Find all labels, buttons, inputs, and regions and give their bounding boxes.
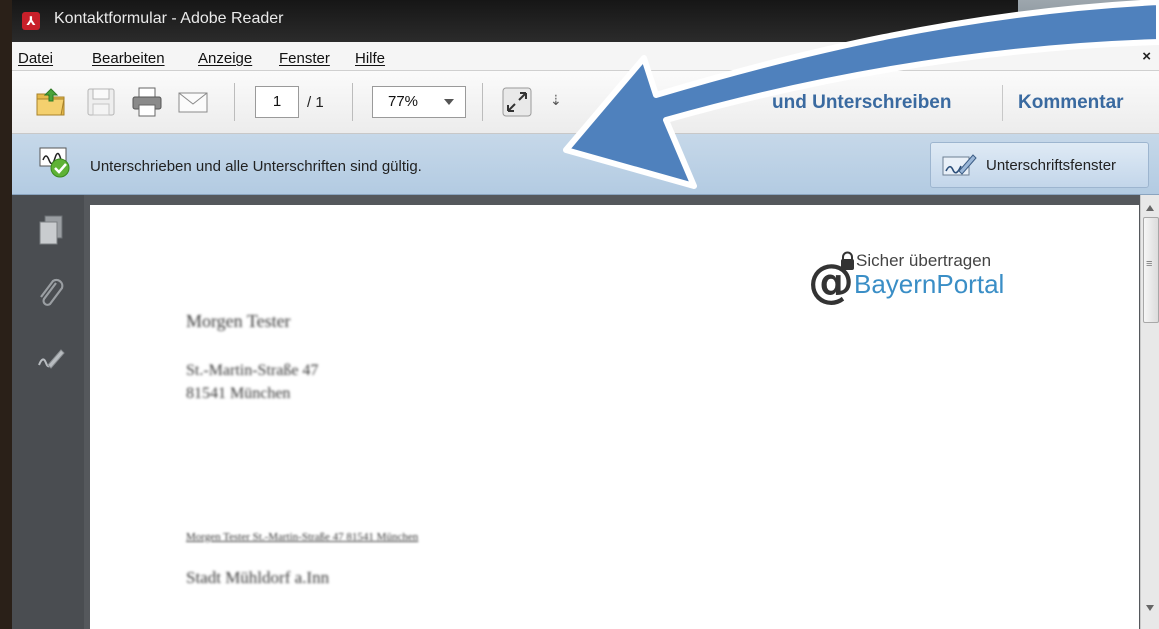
print-icon[interactable] <box>130 85 164 119</box>
open-icon[interactable] <box>34 85 68 119</box>
comment-button[interactable]: Kommentar <box>1018 92 1124 114</box>
adobe-reader-icon: ⅄ <box>22 12 40 30</box>
pages-icon[interactable] <box>36 213 66 247</box>
email-icon[interactable] <box>176 85 210 119</box>
page-total-label: / 1 <box>307 94 324 111</box>
signatures-panel-icon[interactable] <box>36 341 66 375</box>
toolbar-separator <box>1002 85 1003 121</box>
page-number-input[interactable]: 1 <box>255 86 299 118</box>
menu-bar: Datei Bearbeiten Anzeige Fenster Hilfe × <box>12 42 1159 71</box>
signature-panel-button[interactable]: Unterschriftsfenster <box>930 142 1149 188</box>
toolbar-separator <box>482 83 483 121</box>
toolbar: 1 / 1 77% ⇣ und Unterschreiben Kommentar <box>12 71 1159 134</box>
sender-name: Morgen Tester <box>186 311 291 331</box>
save-icon[interactable] <box>84 85 118 119</box>
signature-status-text: Unterschrieben und alle Unterschriften s… <box>90 158 422 175</box>
sender-street: St.-Martin-Straße 47 <box>186 362 319 379</box>
zoom-input[interactable]: 77% <box>372 86 434 118</box>
signature-pen-icon <box>942 154 977 176</box>
menu-bearbeiten[interactable]: Bearbeiten <box>92 50 165 67</box>
menu-hilfe[interactable]: Hilfe <box>355 50 385 67</box>
fill-and-sign-button[interactable]: und Unterschreiben <box>772 92 951 114</box>
title-bar: ⅄ Kontaktformular - Adobe Reader <box>12 0 1159 42</box>
toolbar-separator <box>352 83 353 121</box>
vertical-scrollbar[interactable] <box>1140 195 1159 629</box>
pdf-page: @ Sicher übertragen BayernPortal Morgen … <box>90 205 1139 629</box>
menu-datei[interactable]: Datei <box>18 50 53 67</box>
toolbar-separator <box>234 83 235 121</box>
recipient-name: Stadt Mühldorf a.Inn <box>186 568 330 587</box>
scroll-down-icon[interactable] <box>1146 605 1154 611</box>
scroll-thumb[interactable] <box>1143 217 1159 323</box>
document-area: @ Sicher übertragen BayernPortal Morgen … <box>12 195 1159 629</box>
zoom-dropdown-icon[interactable] <box>433 86 466 118</box>
navigation-panel <box>12 195 84 629</box>
logo-subtitle: Sicher übertragen <box>856 251 992 270</box>
window-title: Kontaktformular - Adobe Reader <box>54 10 284 27</box>
signature-status-bar: Unterschrieben und alle Unterschriften s… <box>12 134 1159 195</box>
bayernportal-logo: @ Sicher übertragen BayernPortal <box>808 245 1068 307</box>
signature-panel-label: Unterschriftsfenster <box>986 157 1117 174</box>
menu-fenster[interactable]: Fenster <box>279 50 330 67</box>
sender-city: 81541 München <box>186 385 291 402</box>
signature-valid-icon <box>39 147 70 178</box>
fit-width-icon[interactable] <box>500 85 534 119</box>
menu-anzeige[interactable]: Anzeige <box>198 50 252 67</box>
attachment-icon[interactable] <box>36 277 66 311</box>
logo-name: BayernPortal <box>854 269 1005 299</box>
window-controls-area <box>1018 0 1159 42</box>
scroll-up-icon[interactable] <box>1146 205 1154 211</box>
adobe-reader-window: ⅄ Kontaktformular - Adobe Reader Datei B… <box>12 0 1159 629</box>
return-address-line: Morgen Tester St.-Martin-Straße 47 81541… <box>186 531 419 543</box>
close-document-icon[interactable]: × <box>1142 48 1151 65</box>
toolbar-more-icon[interactable]: ⇣ <box>550 92 562 109</box>
